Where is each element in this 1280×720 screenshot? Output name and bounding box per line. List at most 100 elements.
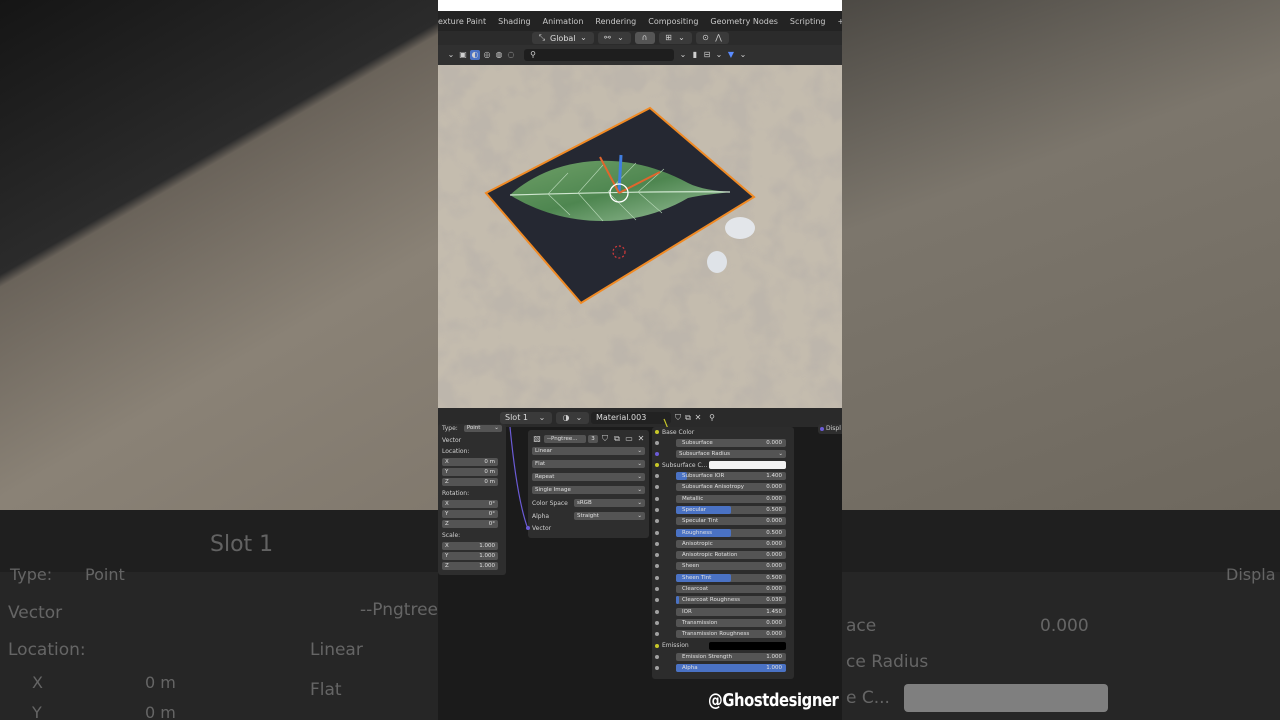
rotation-x-field[interactable]: X 0° xyxy=(442,500,498,508)
solid-shading-icon[interactable]: ◐ xyxy=(470,50,480,60)
overlay-icon[interactable]: ◌ xyxy=(506,50,516,60)
image-icon[interactable]: ▧ xyxy=(532,434,542,444)
input-socket[interactable] xyxy=(655,575,659,580)
scale-z-field[interactable]: Z 1.000 xyxy=(442,562,498,570)
input-socket[interactable] xyxy=(655,553,659,558)
chevron-down-icon[interactable]: ⌄ xyxy=(714,50,724,60)
specular-slider[interactable]: Specular 0.500 xyxy=(676,505,786,514)
snap-dropdown[interactable]: ⊞ ⌄ xyxy=(658,32,692,44)
emission-strength-slider[interactable]: Emission Strength 1.000 xyxy=(676,652,786,661)
image-name-field[interactable]: --Pngtree... xyxy=(544,435,586,443)
emission-color-swatch[interactable] xyxy=(709,641,786,650)
input-socket[interactable] xyxy=(655,507,659,512)
base-color-socket[interactable] xyxy=(655,430,659,434)
location-y-field[interactable]: Y 0 m xyxy=(442,468,498,476)
input-socket[interactable] xyxy=(655,519,659,524)
input-socket[interactable] xyxy=(655,530,659,535)
output-node-partial[interactable]: Displ xyxy=(818,424,842,434)
add-workspace-button[interactable]: + xyxy=(831,17,842,26)
input-socket[interactable] xyxy=(655,541,659,546)
input-socket[interactable] xyxy=(655,609,659,614)
tab-scripting[interactable]: Scripting xyxy=(784,17,832,26)
specular-tint-slider[interactable]: Specular Tint 0.000 xyxy=(676,517,786,526)
tab-compositing[interactable]: Compositing xyxy=(642,17,704,26)
input-socket[interactable] xyxy=(655,654,659,659)
open-folder-icon[interactable]: ▭ xyxy=(624,434,634,444)
scale-x-field[interactable]: X 1.000 xyxy=(442,542,498,550)
outliner-filter-icon[interactable]: ⊟ xyxy=(702,50,712,60)
input-socket[interactable] xyxy=(655,598,659,603)
tab-shading[interactable]: Shading xyxy=(492,17,537,26)
principled-bsdf-node[interactable]: Base Color Subsurface 0.000 Subsurface Rad… xyxy=(652,427,794,679)
alpha-dropdown[interactable]: Straight ⌄ xyxy=(574,512,645,520)
anisotropic-slider[interactable]: Anisotropic 0.000 xyxy=(676,539,786,548)
chevron-down-icon[interactable]: ⌄ xyxy=(678,50,688,60)
tab-animation[interactable]: Animation xyxy=(537,17,590,26)
rendered-shading-icon[interactable]: ◍ xyxy=(494,50,504,60)
input-socket[interactable] xyxy=(655,666,659,671)
input-socket[interactable] xyxy=(655,620,659,625)
orientation-dropdown[interactable]: ⤡ Global ⌄ xyxy=(532,32,594,44)
ior-slider[interactable]: IOR 1.450 xyxy=(676,607,786,616)
input-socket[interactable] xyxy=(655,463,659,467)
clearcoat-slider[interactable]: Clearcoat 0.000 xyxy=(676,585,786,593)
scale-y-field[interactable]: Y 1.000 xyxy=(442,552,498,560)
image-users-count[interactable]: 3 xyxy=(588,435,598,443)
mapping-node[interactable]: Type: Point ⌄ Vector Location: X0 m Y0 m … xyxy=(438,424,506,575)
tab-geometry-nodes[interactable]: Geometry Nodes xyxy=(704,17,783,26)
image-texture-node[interactable]: ▧ --Pngtree... 3 ⛉ ⧉ ▭ ✕ Linear ⌄ Flat ⌄ R… xyxy=(526,430,649,538)
subsurface-ior-slider[interactable]: Subsurface IOR 1.400 xyxy=(676,472,786,480)
search-input[interactable]: ⚲ xyxy=(524,49,674,61)
transmission-slider[interactable]: Transmission 0.000 xyxy=(676,618,786,627)
bookmark-icon[interactable]: ▮ xyxy=(690,50,700,60)
pivot-dropdown[interactable]: ⚯ ⌄ xyxy=(597,32,631,44)
chevron-down-icon[interactable]: ⌄ xyxy=(738,50,748,60)
sheen-slider[interactable]: Sheen 0.000 xyxy=(676,562,786,571)
interpolation-dropdown[interactable]: Linear ⌄ xyxy=(532,447,645,455)
snap-toggle[interactable]: ∩ xyxy=(634,32,655,44)
input-socket[interactable] xyxy=(655,496,659,501)
clearcoat-roughness-slider[interactable]: Clearcoat Roughness 0.030 xyxy=(676,596,786,605)
displacement-socket[interactable] xyxy=(820,427,824,431)
chevron-down-icon[interactable]: ⌄ xyxy=(446,50,456,60)
extension-dropdown[interactable]: Repeat ⌄ xyxy=(532,473,645,481)
rotation-z-field[interactable]: Z 0° xyxy=(442,520,498,528)
input-socket[interactable] xyxy=(655,474,659,478)
shader-node-editor[interactable]: Slot 1 ⌄ ◑ ⌄ Material.003 ⛉ ⧉ ✕ ⚲ Type: P… xyxy=(438,408,842,720)
fake-user-shield-icon[interactable]: ⛉ xyxy=(600,434,610,444)
input-socket[interactable] xyxy=(655,441,659,445)
input-socket[interactable] xyxy=(655,632,659,637)
subsurface-anisotropy-slider[interactable]: Subsurface Anisotropy 0.000 xyxy=(676,483,786,492)
rotation-y-field[interactable]: Y 0° xyxy=(442,510,498,518)
wireframe-shading-icon[interactable]: ▣ xyxy=(458,50,468,60)
location-z-field[interactable]: Z 0 m xyxy=(442,478,498,486)
tab-texture-paint[interactable]: exture Paint xyxy=(438,17,492,26)
sheen-tint-slider[interactable]: Sheen Tint 0.500 xyxy=(676,573,786,582)
color-space-dropdown[interactable]: sRGB ⌄ xyxy=(574,499,645,507)
filter-icon[interactable]: ▼ xyxy=(726,50,736,60)
proportional-edit-toggle[interactable]: ⊙ ⋀ xyxy=(695,32,729,44)
duplicate-image-icon[interactable]: ⧉ xyxy=(612,434,622,444)
input-socket[interactable] xyxy=(655,452,659,456)
location-x-field[interactable]: X 0 m xyxy=(442,458,498,466)
material-shading-icon[interactable]: ◎ xyxy=(482,50,492,60)
input-socket[interactable] xyxy=(655,643,659,648)
subsurface-radius-dropdown[interactable]: Subsurface Radius ⌄ xyxy=(676,450,786,458)
transmission-roughness-slider[interactable]: Transmission Roughness 0.000 xyxy=(676,630,786,639)
projection-dropdown[interactable]: Flat ⌄ xyxy=(532,460,645,468)
mapping-type-dropdown[interactable]: Point ⌄ xyxy=(463,424,502,432)
anisotropic-rotation-slider[interactable]: Anisotropic Rotation 0.000 xyxy=(676,551,786,560)
tab-rendering[interactable]: Rendering xyxy=(589,17,642,26)
roughness-slider[interactable]: Roughness 0.500 xyxy=(676,528,786,537)
alpha-slider[interactable]: Alpha 1.000 xyxy=(676,664,786,673)
subsurface-slider[interactable]: Subsurface 0.000 xyxy=(676,439,786,447)
vector-input-socket[interactable] xyxy=(526,526,530,530)
close-icon[interactable]: ✕ xyxy=(636,434,646,444)
gizmo-z-axis[interactable] xyxy=(617,154,623,194)
subsurface-color-swatch[interactable] xyxy=(709,461,786,469)
3d-viewport[interactable] xyxy=(438,65,842,408)
metallic-slider[interactable]: Metallic 0.000 xyxy=(676,494,786,503)
source-dropdown[interactable]: Single Image ⌄ xyxy=(532,486,645,494)
input-socket[interactable] xyxy=(655,564,659,569)
input-socket[interactable] xyxy=(655,485,659,490)
